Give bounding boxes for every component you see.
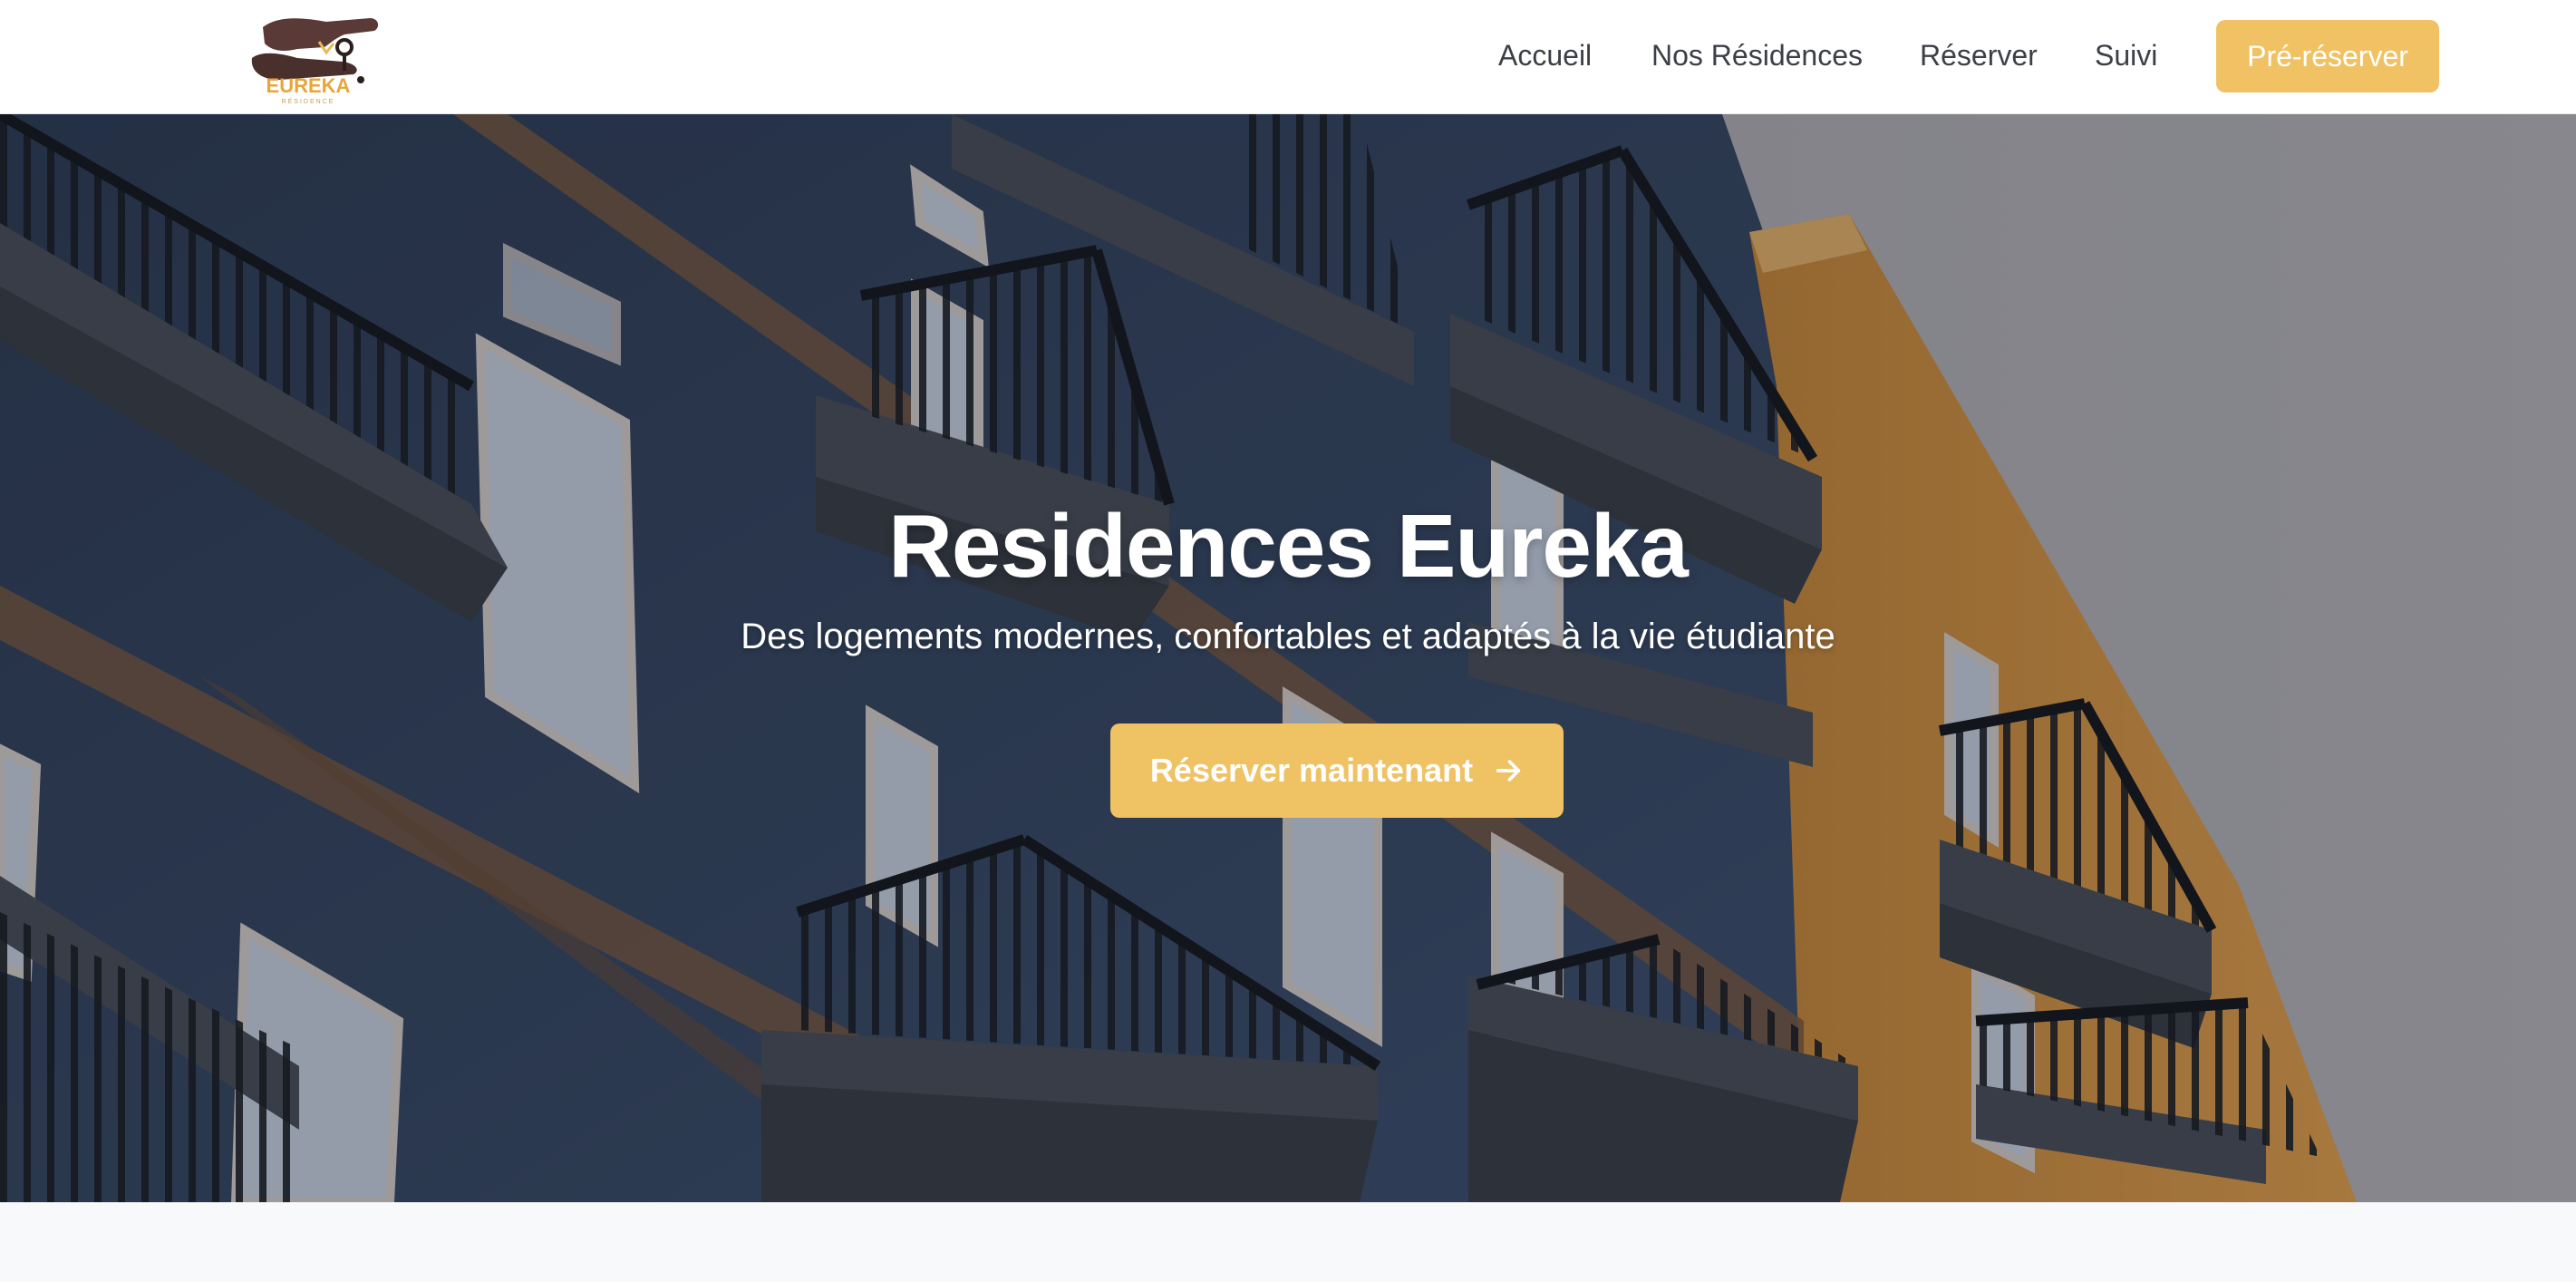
- pre-reserver-button[interactable]: Pré-réserver: [2216, 20, 2439, 92]
- next-section: [0, 1202, 2576, 1282]
- hero-button-label: Réserver maintenant: [1149, 752, 1474, 789]
- site-header: EUREKA RÉSIDENCE Accueil Nos Résidences …: [0, 0, 2576, 114]
- logo-text: EUREKA: [266, 74, 351, 97]
- nav-reserver[interactable]: Réserver: [1920, 39, 2038, 73]
- hero-section: Residences Eureka Des logements modernes…: [0, 114, 2576, 1202]
- logo-subtext: RÉSIDENCE: [282, 97, 335, 105]
- eureka-logo[interactable]: EUREKA RÉSIDENCE: [243, 7, 388, 107]
- nav-nos-residences[interactable]: Nos Résidences: [1651, 39, 1863, 73]
- reserver-maintenant-button[interactable]: Réserver maintenant: [1110, 724, 1564, 818]
- nav-accueil[interactable]: Accueil: [1498, 39, 1592, 73]
- arrow-right-icon: [1493, 755, 1524, 786]
- hero-subtitle: Des logements modernes, confortables et …: [741, 617, 1835, 656]
- hero-title: Residences Eureka: [888, 496, 1689, 596]
- nav-suivi[interactable]: Suivi: [2095, 39, 2157, 73]
- hero-overlay: [0, 114, 2576, 1202]
